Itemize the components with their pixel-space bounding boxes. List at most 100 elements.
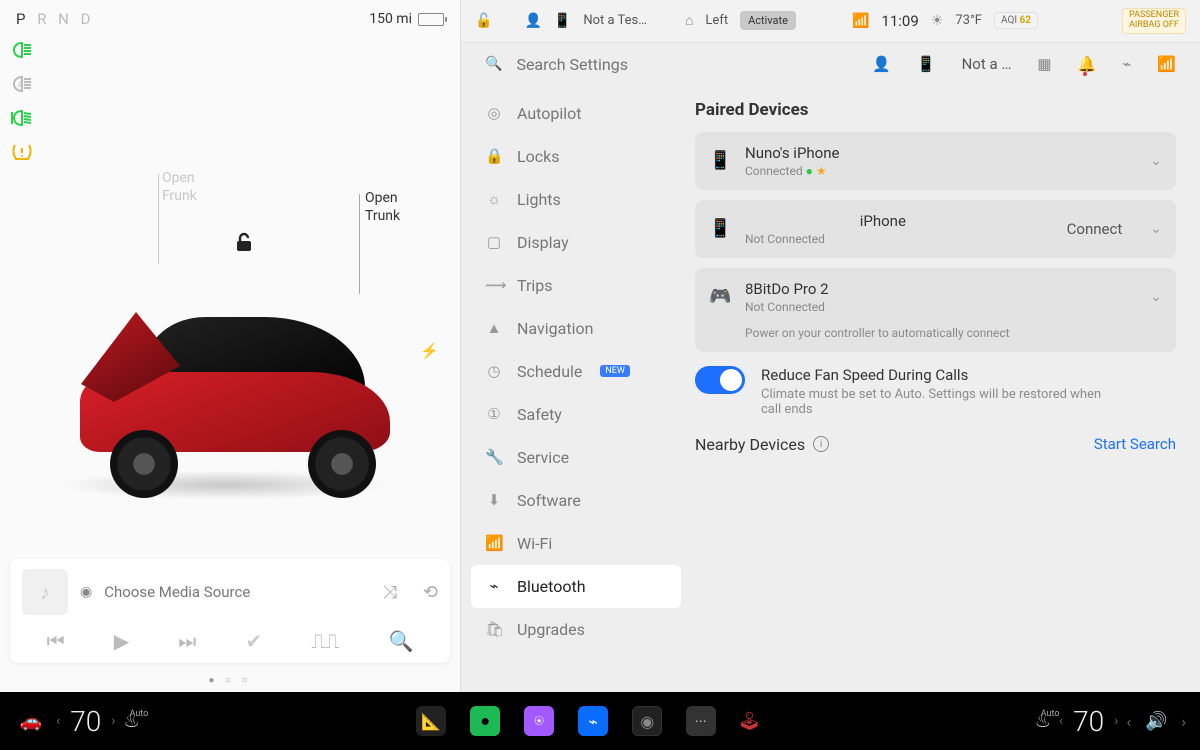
- nav-display[interactable]: ▢Display: [471, 221, 681, 264]
- more-apps-icon[interactable]: ⋯: [686, 706, 716, 736]
- open-trunk-button[interactable]: OpenTrunk: [365, 190, 400, 225]
- gamepad-icon: 🎮: [709, 286, 729, 307]
- activate-button[interactable]: Activate: [740, 11, 796, 30]
- bluetooth-app-icon[interactable]: ⌁: [578, 706, 608, 736]
- reduce-fan-toggle[interactable]: [695, 366, 745, 394]
- paired-device-row[interactable]: 📱 Nuno's iPhone Connected ● ★ ⌄: [695, 132, 1176, 190]
- download-icon: ⬇: [485, 491, 503, 509]
- vehicle-status-panel: P R N D 150 mi A: [0, 0, 460, 692]
- aqi-badge[interactable]: AQI 62: [994, 12, 1038, 29]
- volume-icon[interactable]: 🔊: [1139, 711, 1173, 732]
- car-icon[interactable]: 🚗: [14, 711, 48, 732]
- media-player-card: ♪ ◉ Choose Media Source ⤨ ⟲ ⏮ ▶ ⏭ ✔ ⎍⎍ 🔍: [10, 559, 450, 663]
- temp-up-icon[interactable]: ›: [111, 713, 115, 729]
- chevron-down-icon[interactable]: ⌄: [1150, 153, 1162, 169]
- arcade-icon[interactable]: 🕹: [732, 711, 766, 732]
- homelink-label: Left: [705, 13, 728, 28]
- previous-track-icon[interactable]: ⏮: [47, 629, 65, 653]
- shuffle-icon[interactable]: ⤨: [383, 582, 397, 603]
- nav-safety[interactable]: ①Safety: [471, 393, 681, 436]
- alert-icon: ①: [485, 405, 503, 423]
- steering-icon: ◎: [485, 104, 503, 122]
- nav-autopilot[interactable]: ◎Autopilot: [471, 92, 681, 135]
- toggle-title: Reduce Fan Speed During Calls: [761, 366, 1121, 384]
- nav-software[interactable]: ⬇Software: [471, 479, 681, 522]
- outside-temp: 73°F: [955, 13, 982, 28]
- media-search-icon[interactable]: 🔍: [389, 629, 414, 653]
- bottom-dock: 🚗 ‹ 70 › Auto ♨ 📐 ● ⍟ ⌁ ◉ ⋯ 🕹 Auto ♨ ‹ 7…: [0, 692, 1200, 750]
- like-icon[interactable]: ✔: [245, 629, 262, 653]
- nav-schedule[interactable]: ◷ScheduleNEW: [471, 350, 681, 393]
- bluetooth-icon[interactable]: ⌁: [1122, 55, 1131, 73]
- profile-icon[interactable]: 👤: [524, 13, 541, 29]
- charging-bolt-icon: ⚡: [420, 342, 439, 360]
- info-icon[interactable]: i: [813, 436, 829, 452]
- passenger-temp-control[interactable]: ‹ 70 ›: [1059, 705, 1119, 738]
- vehicle-render[interactable]: [50, 282, 410, 492]
- device-name: Nuno's iPhone: [745, 144, 1134, 162]
- phone-icon[interactable]: 📱: [554, 13, 571, 29]
- driver-temp-control[interactable]: ‹ 70 ›: [56, 705, 116, 738]
- chevron-down-icon[interactable]: ⌄: [1150, 289, 1162, 305]
- phone-device-icon: 📱: [709, 150, 729, 171]
- next-track-icon[interactable]: ⏭: [178, 629, 196, 653]
- weather-icon[interactable]: ☀: [931, 13, 944, 29]
- nav-wifi[interactable]: 📶Wi-Fi: [471, 522, 681, 565]
- spotify-icon[interactable]: ●: [470, 706, 500, 736]
- lock-status-icon[interactable]: 🔓: [475, 13, 492, 29]
- nav-lights[interactable]: ☼Lights: [471, 178, 681, 221]
- temp-down-icon[interactable]: ‹: [56, 713, 60, 729]
- settings-search-input[interactable]: [516, 55, 858, 74]
- profile-name[interactable]: Not a Tes…: [583, 13, 647, 28]
- vol-up-icon[interactable]: ›: [1181, 712, 1186, 731]
- battery-range[interactable]: 150 mi: [369, 11, 444, 27]
- podcasts-icon[interactable]: ⍟: [524, 706, 554, 736]
- nav-upgrades[interactable]: 🛍Upgrades: [471, 608, 681, 651]
- wifi-status-icon[interactable]: 📶: [852, 13, 869, 29]
- equalizer-icon[interactable]: ⎍⎍: [311, 629, 339, 653]
- source-icon: ◉: [80, 584, 92, 600]
- nav-bluetooth[interactable]: ⌁Bluetooth: [471, 565, 681, 608]
- homelink-icon[interactable]: ⌂: [685, 12, 693, 29]
- profile-icon[interactable]: 👤: [872, 55, 891, 73]
- repeat-icon[interactable]: ⟲: [423, 582, 438, 603]
- phone-icon[interactable]: 📱: [917, 55, 936, 73]
- profile-short[interactable]: Not a …: [962, 55, 1012, 73]
- status-bar: 🔓 👤 📱 Not a Tes… ⌂ Left Activate 📶 11:09…: [461, 0, 1200, 43]
- airbag-badge: PASSENGERAIRBAG OFF: [1122, 8, 1186, 34]
- chevron-down-icon[interactable]: ⌄: [1150, 221, 1162, 237]
- wifi-icon[interactable]: 📶: [1157, 55, 1176, 73]
- paired-device-row[interactable]: 📱 iPhone Not Connected Connect ⌄: [695, 200, 1176, 258]
- page-dots[interactable]: ● ○ ○: [0, 671, 460, 692]
- nav-service[interactable]: 🔧Service: [471, 436, 681, 479]
- device-hint: Power on your controller to automaticall…: [745, 326, 1162, 340]
- driver-temp: 70: [70, 705, 101, 738]
- play-icon[interactable]: ▶: [114, 629, 129, 653]
- range-value: 150 mi: [369, 11, 412, 27]
- bag-icon: 🛍: [485, 620, 503, 638]
- new-badge: NEW: [600, 365, 630, 377]
- lock-icon: 🔒: [485, 147, 503, 165]
- settings-sidebar: ◎Autopilot 🔒Locks ☼Lights ▢Display ⟿Trip…: [461, 86, 691, 692]
- nav-locks[interactable]: 🔒Locks: [471, 135, 681, 178]
- nav-navigation[interactable]: ▲Navigation: [471, 307, 681, 350]
- start-search-button[interactable]: Start Search: [1094, 435, 1176, 453]
- bluetooth-icon: ⌁: [485, 577, 503, 595]
- unlock-icon[interactable]: [235, 232, 253, 257]
- toggle-description: Climate must be set to Auto. Settings wi…: [761, 387, 1121, 417]
- vol-down-icon[interactable]: ‹: [1126, 712, 1131, 731]
- media-source-picker[interactable]: Choose Media Source: [104, 583, 356, 601]
- nav-trips[interactable]: ⟿Trips: [471, 264, 681, 307]
- nav-app-icon[interactable]: 📐: [416, 706, 446, 736]
- connect-button[interactable]: Connect: [1067, 220, 1123, 238]
- open-frunk-button[interactable]: OpenFrunk: [162, 170, 197, 205]
- paired-device-row[interactable]: 🎮 8BitDo Pro 2 Not Connected ⌄ Power on …: [695, 268, 1176, 352]
- sentry-icon[interactable]: ▦: [1037, 55, 1051, 73]
- paired-devices-heading: Paired Devices: [695, 100, 1176, 120]
- notifications-icon[interactable]: 🔔: [1078, 55, 1097, 73]
- device-name: 8BitDo Pro 2: [745, 280, 1134, 298]
- temp-up-icon[interactable]: ›: [1114, 713, 1118, 729]
- wifi-icon: 📶: [485, 534, 503, 552]
- display-icon: ▢: [485, 233, 503, 251]
- dashcam-icon[interactable]: ◉: [632, 706, 662, 736]
